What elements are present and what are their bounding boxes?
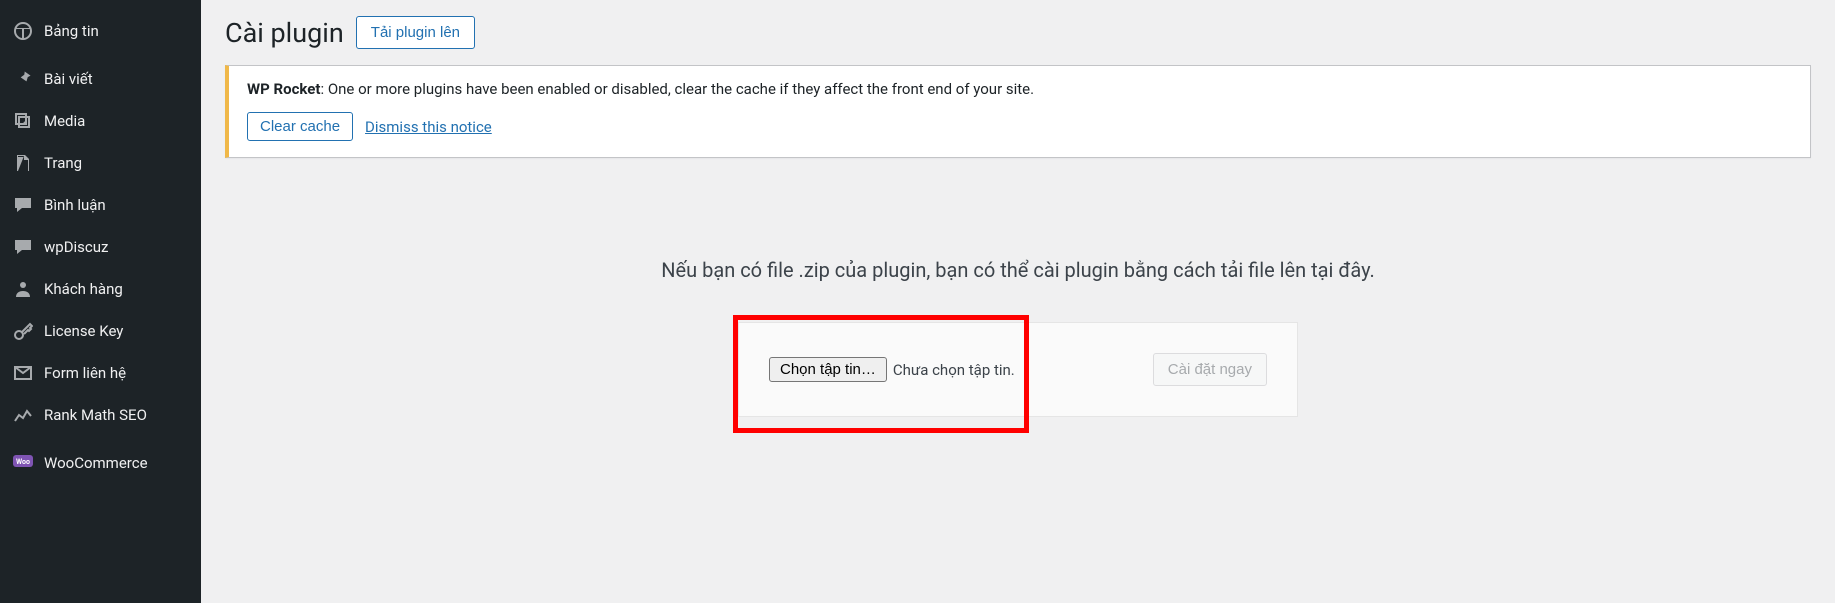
main-content: Cài plugin Tải plugin lên WP Rocket: One… [201,0,1835,603]
sidebar-item-dashboard[interactable]: Bảng tin [0,10,201,52]
upload-panel: Chọn tập tin… Chưa chọn tập tin. Cài đặt… [738,322,1298,417]
dismiss-notice-link[interactable]: Dismiss this notice [365,118,492,136]
notice-message: : One or more plugins have been enabled … [320,80,1034,98]
choose-file-button[interactable]: Chọn tập tin… [769,357,887,382]
sidebar-item-pages[interactable]: Trang [0,142,201,184]
pushpin-icon [12,68,34,90]
sidebar-item-label: Media [44,112,85,130]
sidebar-item-woocommerce[interactable]: Woo WooCommerce [0,442,201,484]
sidebar-item-label: Khách hàng [44,280,123,298]
sidebar-item-label: Trang [44,154,82,172]
sidebar-item-label: Bình luận [44,196,106,214]
comment-icon [12,194,34,216]
sidebar-item-label: Form liên hệ [44,364,126,382]
sidebar-item-label: Rank Math SEO [44,406,147,424]
clear-cache-button[interactable]: Clear cache [247,112,353,141]
file-input-area: Chọn tập tin… Chưa chọn tập tin. [769,357,1015,382]
notice-strong: WP Rocket [247,80,320,98]
envelope-icon [12,362,34,384]
sidebar-item-comments[interactable]: Bình luận [0,184,201,226]
sidebar-item-customers[interactable]: Khách hàng [0,268,201,310]
sidebar-item-label: Bài viết [44,70,93,88]
upload-plugin-button[interactable]: Tải plugin lên [356,16,475,49]
sidebar-item-label: Bảng tin [44,22,99,40]
media-icon [12,110,34,132]
sidebar-item-contact-form[interactable]: Form liên hệ [0,352,201,394]
page-header: Cài plugin Tải plugin lên [225,16,1811,49]
wpdiscuz-icon [12,236,34,258]
sidebar-item-label: wpDiscuz [44,238,109,256]
sidebar-item-wpdiscuz[interactable]: wpDiscuz [0,226,201,268]
woocommerce-icon: Woo [12,452,34,474]
chart-icon [12,404,34,426]
sidebar-item-rank-math[interactable]: Rank Math SEO [0,394,201,436]
wp-rocket-notice: WP Rocket: One or more plugins have been… [225,65,1811,158]
install-now-button[interactable]: Cài đặt ngay [1153,353,1267,386]
sidebar-item-posts[interactable]: Bài viết [0,58,201,100]
user-icon [12,278,34,300]
file-status-text: Chưa chọn tập tin. [893,361,1015,379]
key-icon [12,320,34,342]
page-title: Cài plugin [225,17,344,49]
svg-text:Woo: Woo [16,458,30,466]
pages-icon [12,152,34,174]
sidebar-item-label: License Key [44,322,123,340]
notice-text: WP Rocket: One or more plugins have been… [247,80,1792,98]
admin-sidebar: Bảng tin Bài viết Media Trang Bình [0,0,201,603]
sidebar-item-media[interactable]: Media [0,100,201,142]
sidebar-item-label: WooCommerce [44,454,148,472]
dashboard-icon [12,20,34,42]
upload-instructions: Nếu bạn có file .zip của plugin, bạn có … [225,258,1811,282]
sidebar-item-license-key[interactable]: License Key [0,310,201,352]
